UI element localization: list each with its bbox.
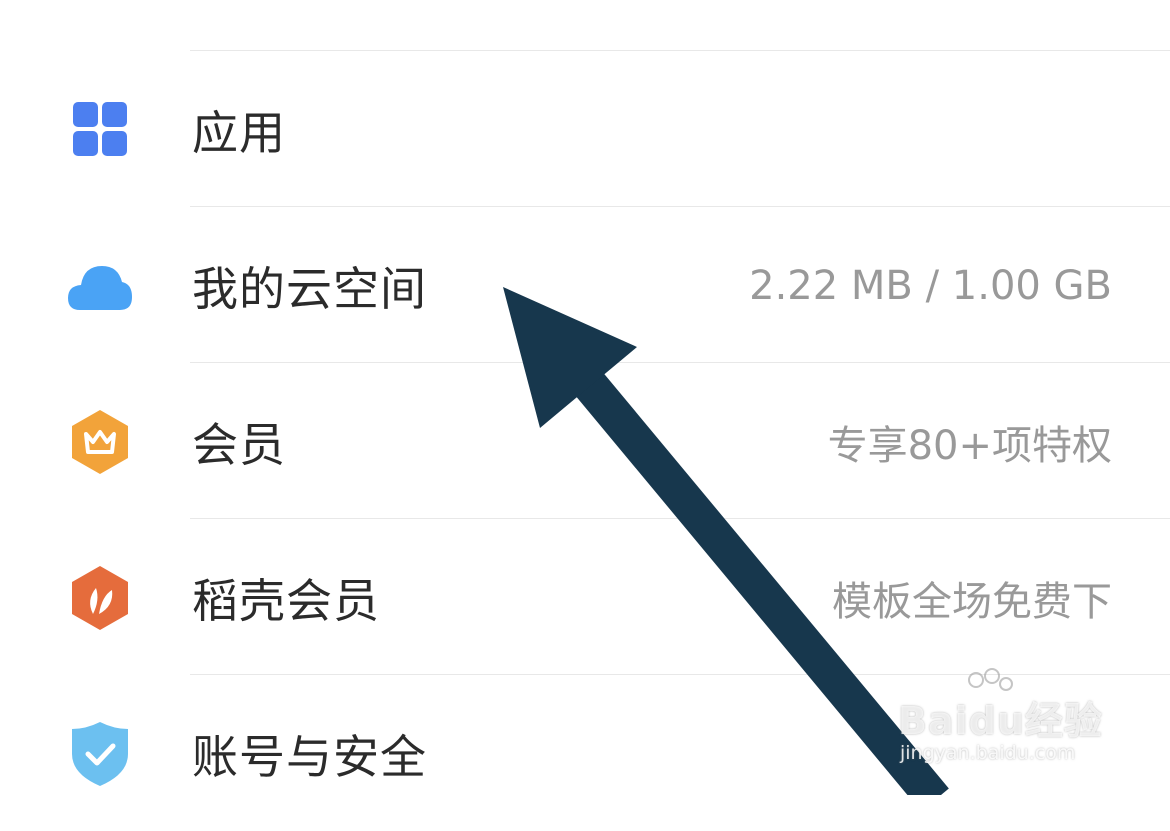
cloud-icon (68, 266, 132, 310)
menu-item-apps[interactable]: 应用 (0, 52, 1170, 207)
membership-benefit-text: 专享80+项特权 (827, 422, 1112, 469)
divider (190, 50, 1170, 51)
grid-icon (73, 102, 127, 156)
menu-item-membership[interactable]: 会员 专享80+项特权 (0, 364, 1170, 519)
crown-icon (72, 410, 128, 474)
shield-check-icon (72, 722, 128, 786)
menu-item-label: 稻壳会员 (192, 573, 380, 628)
menu-item-docer-membership[interactable]: 稻壳会员 模板全场免费下 (0, 520, 1170, 675)
cloud-storage-usage: 2.22 MB / 1.00 GB (749, 262, 1112, 309)
watermark-brand: Baidu经验 (898, 699, 1103, 743)
partial-top-icon (74, 0, 122, 6)
divider (190, 518, 1170, 519)
divider (190, 206, 1170, 207)
baidu-jingyan-watermark: Baidu经验 jingyan.baidu.com (898, 668, 1113, 778)
menu-item-label: 账号与安全 (192, 729, 427, 784)
menu-item-cloud-space[interactable]: 我的云空间 2.22 MB / 1.00 GB (0, 208, 1170, 363)
watermark-url: jingyan.baidu.com (900, 742, 1076, 764)
docer-benefit-text: 模板全场免费下 (832, 578, 1112, 625)
leaf-icon (72, 566, 128, 630)
menu-item-label: 我的云空间 (192, 261, 427, 316)
menu-item-label: 应用 (192, 105, 286, 160)
divider (190, 362, 1170, 363)
menu-item-label: 会员 (192, 417, 286, 472)
